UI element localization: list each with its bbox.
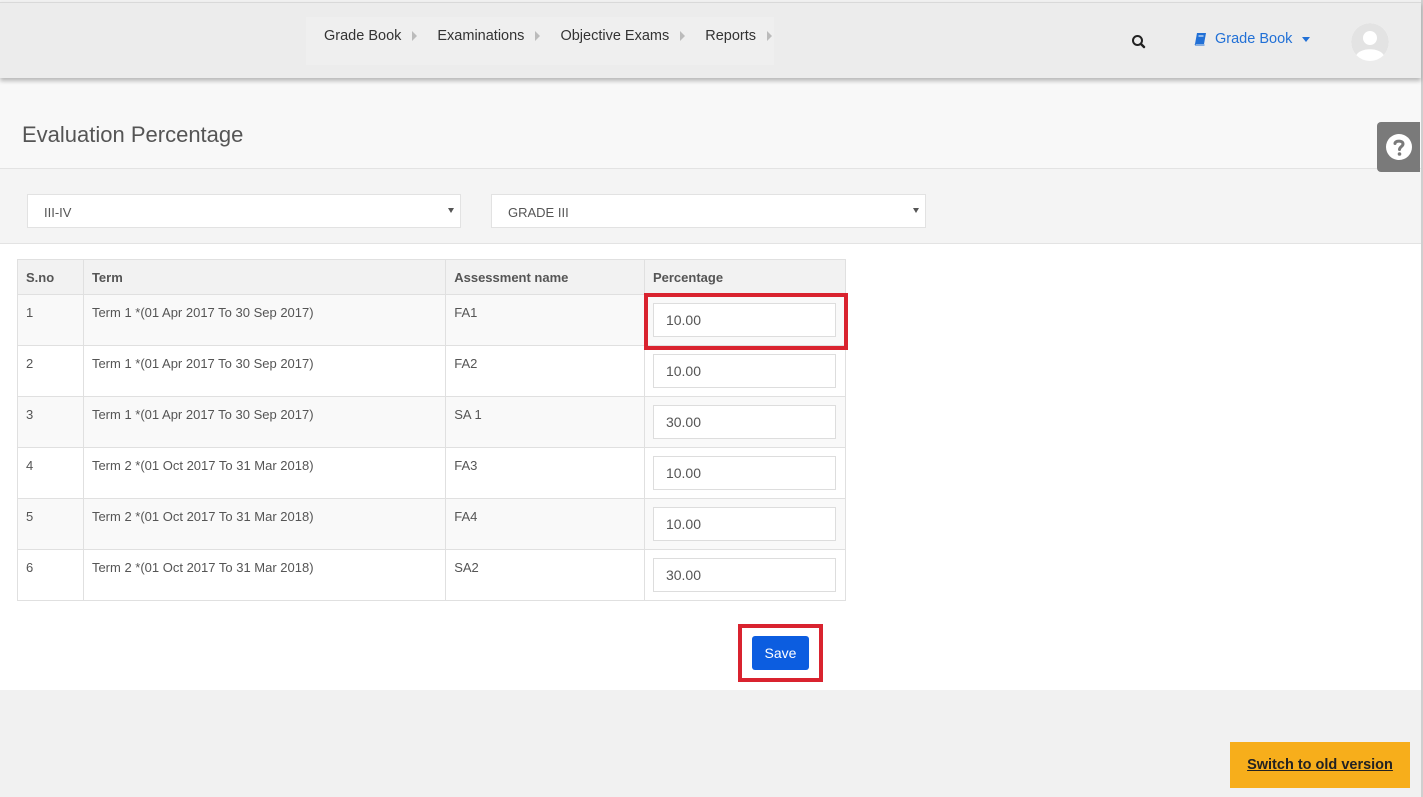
main-menu: Grade Book Examinations Objective Exams … — [306, 17, 775, 65]
table-row: 1 Term 1 *(01 Apr 2017 To 30 Sep 2017) F… — [17, 294, 847, 346]
top-navbar: Grade Book Examinations Objective Exams … — [0, 2, 1421, 78]
save-button[interactable]: Save — [752, 636, 809, 670]
book-icon — [1194, 33, 1206, 46]
column-header-sno: S.no — [17, 259, 84, 295]
table-row: 6 Term 2 *(01 Oct 2017 To 31 Mar 2018) S… — [17, 549, 847, 601]
cell-sno: 1 — [17, 294, 84, 346]
question-icon — [1385, 134, 1412, 160]
user-avatar[interactable] — [1351, 23, 1389, 61]
filter-bar: III-IV GRADE III — [0, 169, 1421, 244]
page-title: Evaluation Percentage — [22, 122, 244, 147]
nav-item-label: Reports — [705, 28, 757, 44]
switch-old-version-button[interactable]: Switch to old version — [1230, 742, 1410, 788]
evaluation-table: S.no Term Assessment name Percentage 1 T… — [17, 259, 847, 601]
nav-item-label: Objective Exams — [560, 28, 670, 44]
cell-sno: 3 — [17, 396, 84, 448]
caret-right-icon — [535, 31, 541, 41]
column-header-assessment: Assessment name — [445, 259, 645, 295]
cell-percentage — [643, 294, 847, 346]
cell-term: Term 2 *(01 Oct 2017 To 31 Mar 2018) — [82, 447, 447, 499]
grade-select[interactable]: GRADE III — [491, 194, 926, 228]
search-icon — [1132, 35, 1146, 49]
table-row: 4 Term 2 *(01 Oct 2017 To 31 Mar 2018) F… — [17, 447, 847, 499]
cell-assessment: FA3 — [445, 447, 645, 499]
cell-term: Term 2 *(01 Oct 2017 To 31 Mar 2018) — [82, 549, 447, 601]
caret-right-icon — [767, 31, 773, 41]
cell-assessment: FA4 — [445, 498, 645, 550]
group-select-value: III-IV — [44, 205, 72, 220]
cell-term: Term 1 *(01 Apr 2017 To 30 Sep 2017) — [82, 396, 447, 448]
cell-sno: 2 — [17, 345, 84, 397]
content-panel: S.no Term Assessment name Percentage 1 T… — [0, 244, 1421, 690]
caret-right-icon — [680, 31, 686, 41]
cell-percentage — [643, 447, 847, 499]
cell-sno: 5 — [17, 498, 84, 550]
table-row: 2 Term 1 *(01 Apr 2017 To 30 Sep 2017) F… — [17, 345, 847, 397]
nav-item-reports[interactable]: Reports — [687, 17, 774, 65]
caret-right-icon — [412, 31, 418, 41]
cell-assessment: SA2 — [445, 549, 645, 601]
percentage-input[interactable] — [652, 303, 836, 337]
column-header-percentage: Percentage — [643, 259, 847, 295]
help-button[interactable] — [1377, 122, 1420, 172]
cell-percentage — [643, 396, 847, 448]
page-header: Evaluation Percentage — [0, 78, 1421, 169]
nav-item-grade-book[interactable]: Grade Book — [306, 17, 419, 65]
nav-item-label: Examinations — [437, 28, 525, 44]
nav-item-examinations[interactable]: Examinations — [419, 17, 542, 65]
table-row: 3 Term 1 *(01 Apr 2017 To 30 Sep 2017) S… — [17, 396, 847, 448]
table-row: 5 Term 2 *(01 Oct 2017 To 31 Mar 2018) F… — [17, 498, 847, 550]
cell-percentage — [643, 345, 847, 397]
cell-assessment: FA1 — [445, 294, 645, 346]
module-dropdown-label: Grade Book — [1215, 31, 1293, 47]
caret-down-icon — [448, 208, 454, 213]
cell-term: Term 1 *(01 Apr 2017 To 30 Sep 2017) — [82, 345, 447, 397]
cell-sno: 6 — [17, 549, 84, 601]
table-header-row: S.no Term Assessment name Percentage — [17, 259, 847, 295]
group-select[interactable]: III-IV — [27, 194, 461, 228]
nav-item-label: Grade Book — [324, 28, 402, 44]
user-avatar-icon — [1351, 23, 1389, 61]
caret-down-icon — [913, 208, 919, 213]
cell-percentage — [643, 498, 847, 550]
caret-down-icon — [1302, 36, 1311, 42]
percentage-input[interactable] — [652, 354, 836, 388]
percentage-input[interactable] — [652, 456, 836, 490]
percentage-input[interactable] — [652, 558, 836, 592]
cell-assessment: SA 1 — [445, 396, 645, 448]
cell-term: Term 1 *(01 Apr 2017 To 30 Sep 2017) — [82, 294, 447, 346]
module-dropdown[interactable]: Grade Book — [1194, 31, 1311, 47]
cell-sno: 4 — [17, 447, 84, 499]
percentage-input[interactable] — [652, 507, 836, 541]
grade-select-value: GRADE III — [508, 205, 569, 220]
cell-assessment: FA2 — [445, 345, 645, 397]
column-header-term: Term — [82, 259, 447, 295]
search-button[interactable] — [1129, 32, 1149, 52]
cell-percentage — [643, 549, 847, 601]
cell-term: Term 2 *(01 Oct 2017 To 31 Mar 2018) — [82, 498, 447, 550]
nav-item-objective-exams[interactable]: Objective Exams — [542, 17, 687, 65]
percentage-input[interactable] — [652, 405, 836, 439]
